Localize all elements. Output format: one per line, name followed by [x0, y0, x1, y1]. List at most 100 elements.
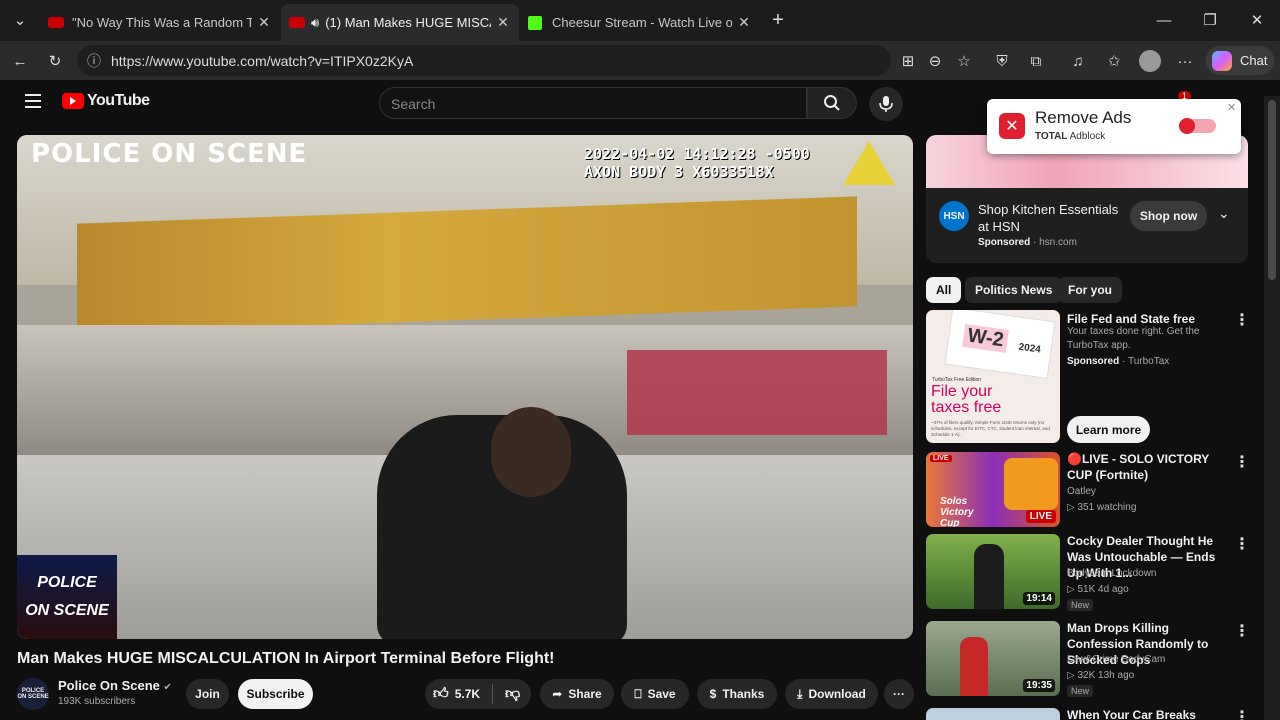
speaker-icon[interactable]: 🔊︎ [311, 15, 319, 31]
minimize-icon[interactable]: — [1152, 8, 1176, 32]
download-icon: ⤓ [797, 686, 803, 701]
apps-icon[interactable]: ⊞ [896, 49, 920, 73]
rec-channel: Law&Crime BodyCam [1067, 654, 1166, 665]
chat-label: Chat [1240, 53, 1268, 68]
rec-title[interactable]: 🔴LIVE - SOLO VICTORY CUP (Fortnite) [1067, 451, 1227, 483]
ad-domain: hsn.com [1039, 237, 1077, 248]
tab-title: Cheesur Stream - Watch Live on Ki [552, 15, 732, 30]
page-scrollbar[interactable] [1264, 96, 1280, 720]
rec-thumbnail[interactable]: 19:14 [926, 534, 1060, 609]
site-info-icon[interactable]: ⓘ [87, 51, 101, 71]
close-tab-icon[interactable]: ✕ [495, 14, 511, 31]
rec-stats: ▷ 51K 4d ago [1067, 582, 1129, 598]
rec-stats-text: 32K 13h ago [1077, 670, 1135, 681]
download-button[interactable]: ⤓ Download [785, 679, 878, 709]
rec-menu-icon[interactable]: ⋮ [1234, 621, 1251, 641]
rec-title[interactable]: When Your Car Breaks Down In... [1067, 707, 1227, 720]
profile-avatar-icon[interactable] [1138, 49, 1162, 73]
like-button[interactable]: 👍︎ 5.7K [433, 685, 480, 703]
close-tab-icon[interactable]: ✕ [256, 14, 272, 31]
extensions-puzzle-icon[interactable]: ⧉ [1024, 49, 1048, 73]
ad-title: Shop Kitchen Essentials at HSN [978, 202, 1119, 234]
address-bar[interactable]: ⓘ https://www.youtube.com/watch?v=ITIPX0… [77, 45, 891, 76]
turbotax-ad-thumbnail[interactable]: W-2 2024 TurboTax Free Edition File your… [926, 310, 1060, 443]
adblock-close-icon[interactable]: ✕ [1227, 101, 1236, 114]
rec-desc: Your taxes done right. Get the TurboTax … [1067, 326, 1200, 351]
close-tab-icon[interactable]: ✕ [736, 14, 752, 31]
remove-ads-toggle[interactable] [1179, 118, 1216, 134]
thumbs-down-icon: 👎︎ [505, 685, 521, 702]
voice-search-button[interactable] [869, 87, 903, 121]
new-tab-plus-icon[interactable]: + [766, 8, 790, 32]
url-text: https://www.youtube.com/watch?v=ITIPX0z2… [111, 52, 414, 69]
tab-3[interactable]: Cheesur Stream - Watch Live on Ki ✕ [520, 4, 760, 41]
video-player[interactable]: POLICE ON SCENE 2022-04-02 14:12:28 -050… [17, 135, 913, 639]
tab-2-active[interactable]: 🔊︎ (1) Man Makes HUGE MISCALC ✕ [281, 4, 519, 41]
back-arrow-icon[interactable]: ← [8, 49, 32, 73]
rec-menu-icon[interactable]: ⋮ [1234, 310, 1251, 330]
more-actions-button[interactable]: ··· [884, 679, 914, 709]
window-close-icon[interactable]: ✕ [1245, 8, 1269, 32]
like-dislike-group: 👍︎ 5.7K 👎︎ [425, 679, 531, 709]
more-menu-icon[interactable]: ··· [1173, 49, 1197, 73]
like-count: 5.7K [454, 687, 481, 701]
chip-for-you[interactable]: For you [1058, 277, 1122, 303]
rec-menu-icon[interactable]: ⋮ [1234, 534, 1251, 554]
favorite-star-icon[interactable]: ☆ [952, 49, 976, 73]
shop-now-button[interactable]: Shop now [1130, 201, 1207, 231]
thanks-button[interactable]: $ Thanks [697, 679, 777, 709]
axon-logo-icon [843, 141, 895, 185]
rec-thumbnail[interactable]: 19:35 [926, 621, 1060, 696]
angry-face-graphic [1004, 458, 1058, 510]
restore-icon[interactable]: ❐ [1198, 8, 1222, 32]
thumb-text: Solos Victory Cup [940, 496, 974, 527]
thumb-live-badge: LIVE [930, 455, 952, 462]
rec-thumbnail[interactable] [926, 708, 1060, 720]
save-button[interactable]: ⎕ Save [621, 679, 689, 709]
ad-expand-chevron-icon[interactable]: ⌄ [1218, 205, 1230, 222]
new-badge: New [1067, 599, 1094, 611]
tab-title: "No Way This Was a Random Traffi [72, 15, 252, 30]
w2-label: W-2 [962, 323, 1010, 353]
share-button[interactable]: ➦ Share [540, 679, 614, 709]
person-figure [960, 637, 988, 696]
tab-list-chevron-icon[interactable]: ⌄ [8, 8, 32, 32]
media-control-icon[interactable]: ♫ [1066, 49, 1090, 73]
refresh-icon[interactable]: ↻ [43, 49, 67, 73]
dislike-button[interactable]: 👎︎ [505, 685, 520, 703]
chip-all[interactable]: All [926, 277, 962, 303]
rec-channel: TurboTax [1127, 356, 1170, 367]
channel-name[interactable]: Police On Scene ✔ [58, 678, 172, 693]
learn-more-button[interactable]: Learn more [1067, 416, 1150, 443]
join-button[interactable]: Join [186, 679, 229, 709]
rec-thumbnail-live[interactable]: LIVE Solos Victory Cup LIVE [926, 452, 1060, 527]
adblock-brand: TOTAL Adblock [1035, 131, 1105, 142]
hamburger-menu-icon[interactable] [25, 94, 41, 108]
views-icon: ▷ [1067, 584, 1078, 595]
browser-toolbar: ← ↻ ⓘ https://www.youtube.com/watch?v=IT… [0, 41, 1280, 80]
super-thanks-icon: $ [709, 687, 717, 701]
rec-menu-icon[interactable]: ⋮ [1234, 452, 1251, 472]
copilot-chat-button[interactable]: Chat [1206, 46, 1274, 75]
rec-menu-icon[interactable]: ⋮ [1234, 707, 1251, 720]
channel-avatar[interactable]: POLICE ON SCENE [17, 678, 49, 710]
copilot-icon [1212, 50, 1232, 71]
search-button[interactable] [807, 87, 857, 119]
turbotax-headline: File your taxes free [931, 384, 1001, 416]
rec-watching: ▷ 351 watching [1067, 500, 1136, 516]
adblock-extension-icon[interactable]: ⛨ [990, 49, 1014, 73]
search-input[interactable]: Search [379, 87, 807, 119]
turbotax-fineprint: ~37% of filers qualify. Simple Form 1040… [931, 420, 1050, 437]
youtube-wordmark: YouTube [87, 92, 150, 109]
sponsored-ad-card[interactable]: HSN Shop Kitchen Essentials at HSN Spons… [926, 135, 1248, 263]
subscribe-button[interactable]: Subscribe [238, 679, 313, 709]
zoom-icon[interactable]: ⊖ [923, 49, 947, 73]
chip-politics-news[interactable]: Politics News [965, 277, 1063, 303]
live-indicator-icon: ▷ [1067, 502, 1078, 513]
like-divider [492, 684, 494, 704]
favorites-icon[interactable]: ✩ [1102, 49, 1126, 73]
scrollbar-thumb[interactable] [1268, 100, 1276, 280]
thanks-label: Thanks [722, 687, 765, 701]
tab-1[interactable]: "No Way This Was a Random Traffi ✕ [40, 4, 280, 41]
youtube-logo[interactable]: YouTube [62, 92, 150, 110]
